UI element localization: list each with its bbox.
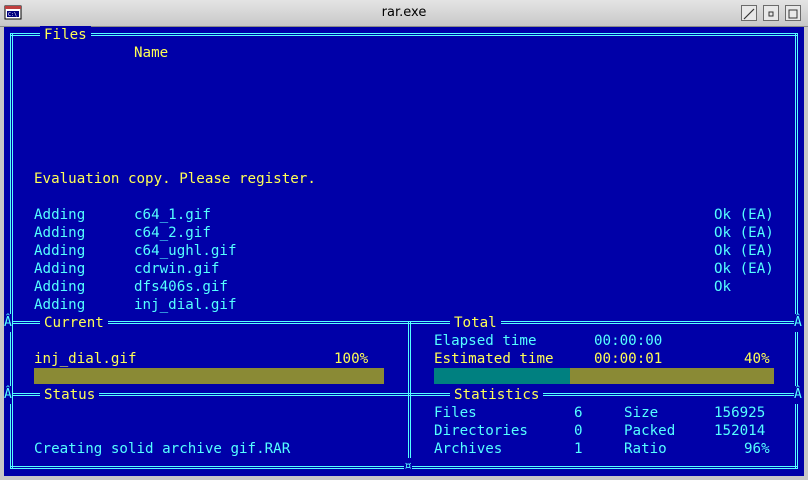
estimated-time-label: Estimated time [434, 351, 554, 367]
stat-archives-label: Archives [434, 441, 503, 457]
current-progress-bar [34, 368, 384, 384]
total-progress-fill [434, 368, 570, 384]
divider-current-total [10, 321, 798, 324]
stat-ratio-label: Ratio [624, 441, 667, 457]
file-action: Adding [34, 207, 86, 223]
minimize-icon [768, 11, 774, 17]
file-status: Ok (EA) [714, 207, 774, 223]
stat-directories-label: Directories [434, 423, 528, 439]
evaluation-notice: Evaluation copy. Please register. [34, 171, 316, 187]
tee-right-lower: Â [794, 386, 802, 404]
tee-left-lower: Â [4, 386, 12, 404]
current-file-name: inj_dial.gif [34, 351, 137, 367]
maximize-button[interactable] [785, 5, 801, 21]
elapsed-time-value: 00:00:00 [594, 333, 663, 349]
current-panel-label: Current [40, 314, 108, 332]
total-progress-bar [434, 368, 774, 384]
total-percent: 40% [744, 351, 770, 367]
maximize-icon [788, 9, 798, 19]
total-panel-label: Total [450, 314, 501, 332]
status-panel-label: Status [40, 386, 100, 404]
divider-status-statistics [10, 393, 798, 396]
elapsed-time-label: Elapsed time [434, 333, 537, 349]
estimated-time-value: 00:00:01 [594, 351, 663, 367]
files-panel-label: Files [40, 26, 91, 44]
current-progress-fill [34, 368, 384, 384]
resize-button[interactable] [741, 5, 757, 21]
console-window: C:\ rar.exe Â Â Â Â ¤ Files Name Evaluat… [0, 0, 808, 480]
diagonal-icon [743, 8, 755, 20]
file-name: c64_2.gif [134, 225, 211, 241]
tee-left-upper: Â [4, 314, 12, 332]
stat-archives-value: 1 [574, 441, 583, 457]
name-column-header: Name [134, 45, 169, 61]
window-title: rar.exe [381, 5, 427, 20]
stat-size-value: 156925 [714, 405, 766, 421]
title-bar[interactable]: C:\ rar.exe [0, 0, 808, 27]
file-name: c64_ughl.gif [134, 243, 237, 259]
tee-bottom: ¤ [404, 458, 412, 476]
file-status: Ok (EA) [714, 261, 774, 277]
file-name: inj_dial.gif [134, 297, 237, 313]
stat-packed-value: 152014 [714, 423, 766, 439]
frame-top-border [10, 33, 798, 36]
current-percent: 100% [334, 351, 369, 367]
file-action: Adding [34, 297, 86, 313]
divider-vertical [408, 321, 411, 469]
stat-size-label: Size [624, 405, 659, 421]
minimize-button[interactable] [763, 5, 779, 21]
console-area[interactable]: Â Â Â Â ¤ Files Name Evaluation copy. Pl… [4, 26, 804, 476]
file-action: Adding [34, 225, 86, 241]
stat-ratio-value: 96% [744, 441, 770, 457]
stat-packed-label: Packed [624, 423, 676, 439]
file-name: c64_1.gif [134, 207, 211, 223]
file-action: Adding [34, 243, 86, 259]
file-action: Adding [34, 261, 86, 277]
file-name: dfs406s.gif [134, 279, 228, 295]
file-name: cdrwin.gif [134, 261, 220, 277]
statistics-panel-label: Statistics [450, 386, 544, 404]
file-action: Adding [34, 279, 86, 295]
stat-directories-value: 0 [574, 423, 583, 439]
file-status: Ok (EA) [714, 225, 774, 241]
stat-files-label: Files [434, 405, 477, 421]
tee-right-upper: Â [794, 314, 802, 332]
status-message: Creating solid archive gif.RAR [34, 441, 291, 457]
file-status: Ok [714, 279, 732, 295]
stat-files-value: 6 [574, 405, 583, 421]
file-status: Ok (EA) [714, 243, 774, 259]
